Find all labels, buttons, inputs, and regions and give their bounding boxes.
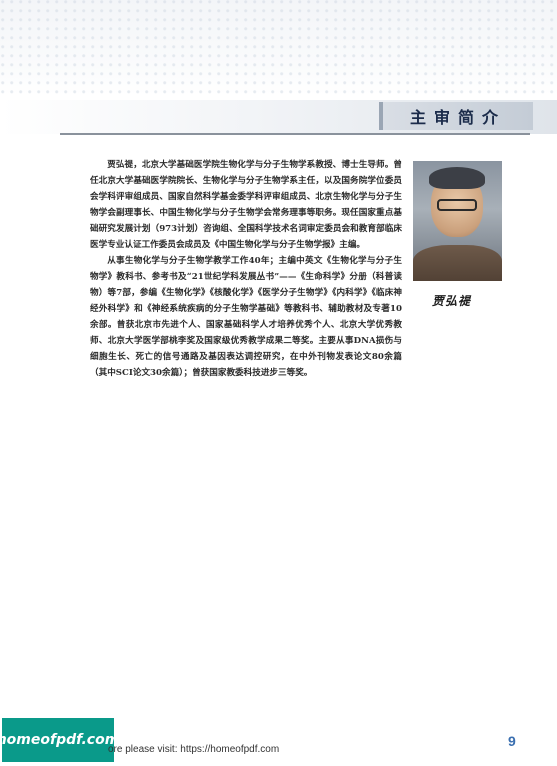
page-number: 9 — [508, 733, 516, 749]
portrait-body — [413, 245, 502, 281]
header-rule — [60, 133, 530, 135]
site-logo[interactable]: homeofpdf.com — [0, 718, 119, 762]
background-pattern — [0, 0, 557, 95]
portrait-glasses — [437, 199, 477, 211]
site-logo-text: homeofpdf.com — [0, 732, 120, 748]
portrait-hair — [429, 167, 485, 189]
signature: 贾弘禔 — [432, 294, 472, 308]
bio-paragraph: 贾弘禔，北京大学基础医学院生物化学与分子生物学系教授、博士生导师。曾任北京大学基… — [90, 160, 402, 250]
section-title-box: 主审简介 — [379, 102, 533, 130]
portrait-photo — [413, 161, 502, 281]
bio-text: 贾弘禔，北京大学基础医学院生物化学与分子生物学系教授、博士生导师。曾任北京大学基… — [90, 157, 402, 381]
bio-paragraph: 从事生物化学与分子生物学教学工作40年；主编中英文《生物化学与分子生物学》教科书… — [90, 256, 402, 378]
footer-link-text[interactable]: ore please visit: https://homeofpdf.com — [108, 744, 279, 755]
section-title: 主审简介 — [409, 108, 506, 127]
